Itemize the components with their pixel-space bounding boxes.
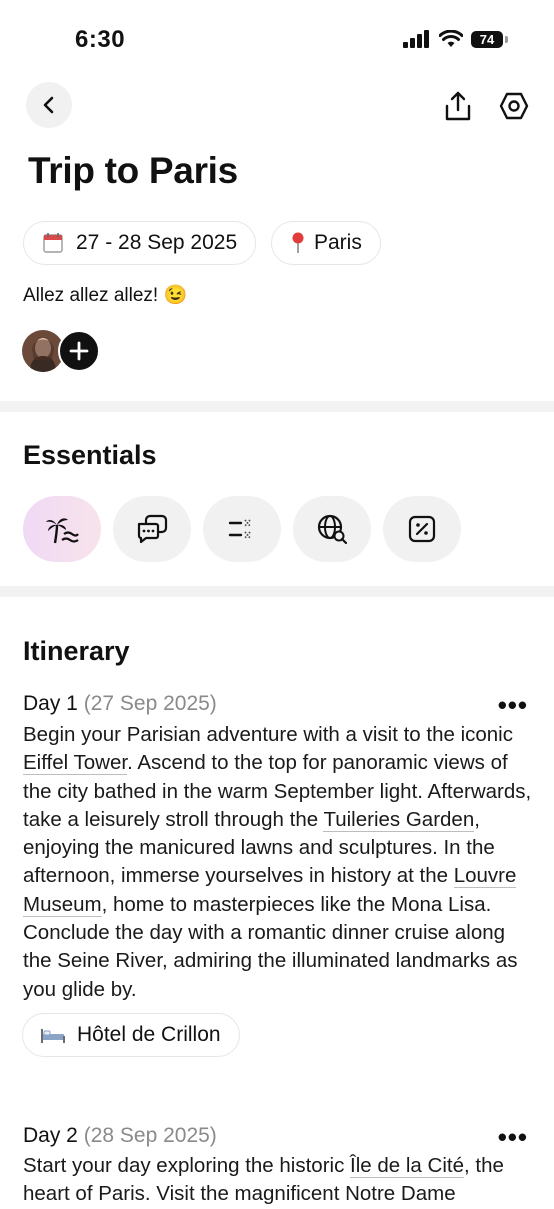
settings-button[interactable] bbox=[494, 86, 534, 126]
status-time: 6:30 bbox=[75, 26, 126, 53]
battery-indicator: 74 bbox=[471, 30, 503, 48]
battery-cap bbox=[505, 35, 508, 43]
add-participant-button[interactable] bbox=[58, 330, 100, 372]
day-description: Begin your Parisian adventure with a vis… bbox=[23, 723, 532, 1001]
essential-beach-button[interactable] bbox=[23, 496, 101, 562]
bed-icon bbox=[41, 1029, 65, 1043]
chat-bubbles-icon bbox=[137, 514, 168, 544]
chevron-left-icon bbox=[43, 96, 54, 114]
location-text: Paris bbox=[314, 231, 362, 254]
wifi-icon bbox=[439, 30, 463, 47]
cellular-signal-icon bbox=[403, 30, 429, 48]
globe-search-icon bbox=[317, 514, 348, 545]
day-date: (28 Sep 2025) bbox=[83, 1124, 217, 1147]
hotel-chip[interactable]: Hôtel de Crillon bbox=[22, 1013, 240, 1057]
checklist-icon bbox=[228, 519, 251, 539]
day-label: Day 1 bbox=[23, 692, 78, 715]
itinerary-title: Itinerary bbox=[23, 636, 130, 666]
day-description: Start your day exploring the historic Îl… bbox=[23, 1154, 504, 1206]
back-button[interactable] bbox=[26, 82, 72, 128]
day-header: Day 2 (28 Sep 2025) bbox=[23, 1124, 217, 1148]
section-divider bbox=[0, 586, 554, 597]
status-icons: 74 bbox=[403, 30, 508, 48]
share-icon bbox=[445, 91, 471, 121]
essential-chat-button[interactable] bbox=[113, 496, 191, 562]
location-chip[interactable]: Paris bbox=[271, 221, 381, 265]
day-label: Day 2 bbox=[23, 1124, 78, 1147]
plus-icon bbox=[69, 341, 89, 361]
essential-checklist-button[interactable] bbox=[203, 496, 281, 562]
palm-beach-icon bbox=[46, 518, 79, 544]
calendar-icon bbox=[43, 233, 63, 253]
discount-icon bbox=[408, 515, 436, 543]
more-options-button[interactable]: ••• bbox=[498, 1124, 528, 1150]
page-title: Trip to Paris bbox=[28, 150, 238, 191]
date-chip[interactable]: 27 - 28 Sep 2025 bbox=[23, 221, 257, 265]
day-date: (27 Sep 2025) bbox=[83, 692, 217, 715]
essential-discount-button[interactable] bbox=[383, 496, 461, 562]
essential-globe-search-button[interactable] bbox=[293, 496, 371, 562]
gear-icon bbox=[499, 92, 529, 120]
trip-description: Allez allez allez! 😉 bbox=[23, 285, 188, 306]
place-link-ile-de-la-cite[interactable]: Île de la Cité bbox=[350, 1154, 464, 1178]
more-options-button[interactable]: ••• bbox=[498, 692, 528, 718]
section-divider bbox=[0, 401, 554, 412]
place-link-eiffel-tower[interactable]: Eiffel Tower bbox=[23, 751, 128, 776]
date-range-text: 27 - 28 Sep 2025 bbox=[76, 231, 238, 254]
location-pin-icon bbox=[292, 232, 304, 253]
place-link-tuileries-garden[interactable]: Tuileries Garden bbox=[323, 807, 475, 832]
share-button[interactable] bbox=[438, 86, 478, 126]
hotel-name: Hôtel de Crillon bbox=[77, 1023, 221, 1046]
day-header: Day 1 (27 Sep 2025) bbox=[23, 692, 217, 716]
essentials-title: Essentials bbox=[23, 440, 157, 470]
